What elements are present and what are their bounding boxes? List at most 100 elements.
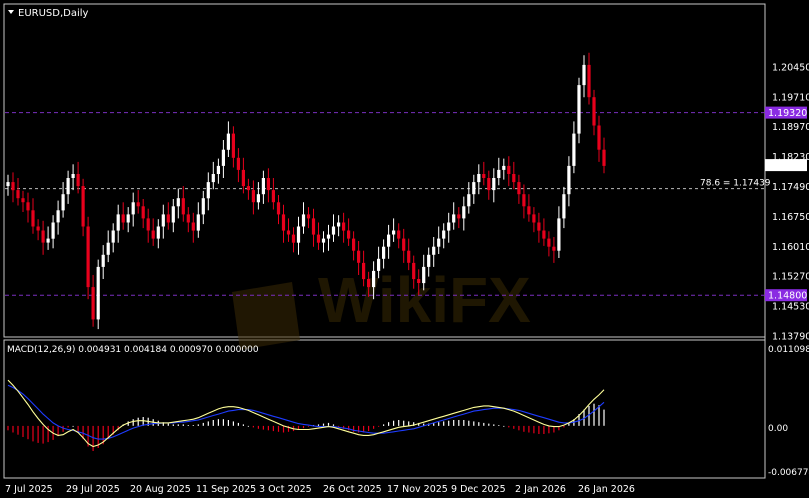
candle-body — [91, 287, 95, 320]
macd-histogram-bar — [132, 419, 134, 426]
candle-body — [251, 190, 255, 203]
macd-histogram-bar — [603, 409, 605, 426]
candle-body — [537, 222, 541, 231]
x-tick-label: 7 Jul 2025 — [5, 484, 53, 495]
x-tick-label: 3 Oct 2025 — [259, 484, 312, 495]
candle-body — [266, 178, 270, 191]
candle-body — [577, 85, 581, 134]
candle-body — [46, 238, 50, 243]
macd-histogram-bar — [373, 425, 375, 429]
macd-histogram-bar — [353, 425, 355, 432]
macd-histogram-bar — [307, 425, 310, 427]
candle-body — [26, 202, 30, 211]
candle-body — [171, 206, 175, 223]
macd-histogram-bar — [368, 425, 370, 432]
macd-histogram-bar — [327, 422, 330, 426]
candle-body — [181, 198, 185, 215]
macd-histogram-bar — [7, 425, 9, 431]
candle-body — [21, 198, 25, 203]
candle-body — [417, 279, 421, 283]
x-tick-label: 11 Sep 2025 — [196, 484, 256, 495]
candle-body — [387, 234, 391, 247]
macd-histogram-bar — [172, 424, 174, 426]
macd-histogram-bar — [192, 425, 194, 426]
candle-body — [276, 202, 281, 215]
candle-body — [352, 238, 356, 251]
candle-body — [412, 262, 416, 280]
macd-histogram-bar — [237, 422, 239, 426]
candle-body — [402, 238, 406, 251]
candle-body — [31, 210, 35, 227]
candle-body — [532, 214, 536, 223]
macd-histogram-bar — [523, 425, 525, 432]
candle-body — [517, 182, 521, 195]
macd-histogram-bar — [408, 421, 410, 426]
candle-body — [497, 169, 501, 178]
candle-body — [321, 238, 326, 243]
candle-body — [106, 242, 110, 255]
candle-body — [572, 133, 576, 166]
macd-histogram-bar — [37, 425, 39, 443]
candle-body — [367, 279, 371, 288]
macd-histogram-bar — [493, 424, 495, 426]
candle-body — [432, 246, 436, 255]
macd-histogram-bar — [92, 425, 94, 451]
macd-histogram-bar — [533, 425, 535, 434]
chart-title-group[interactable]: EURUSD,Daily — [8, 8, 89, 19]
candle-body — [487, 178, 491, 191]
macd-histogram-bar — [478, 422, 480, 426]
macd-histogram-bar — [518, 425, 520, 431]
candle-body — [271, 190, 275, 203]
macd-histogram-bar — [142, 417, 144, 426]
macd-histogram-bar — [32, 425, 34, 442]
macd-y-tick-label: 0.011098 — [768, 345, 809, 355]
candle-body — [362, 262, 366, 280]
candle-body — [116, 214, 120, 231]
candle-body — [146, 218, 150, 231]
candle-body — [261, 178, 265, 195]
x-tick-label: 17 Nov 2025 — [387, 484, 448, 495]
candle-body — [602, 149, 606, 166]
candle-body — [221, 149, 225, 166]
macd-histogram-bar — [67, 425, 69, 428]
candle-body — [121, 214, 125, 223]
macd-histogram-bar — [137, 417, 139, 426]
candle-body — [427, 254, 431, 267]
macd-y-tick-label: 0.00 — [768, 424, 788, 434]
candle-body — [6, 182, 10, 187]
macd-histogram-bar — [27, 425, 29, 440]
macd-histogram-bar — [398, 420, 400, 426]
candle-body — [281, 214, 286, 231]
macd-histogram-bar — [222, 419, 224, 426]
candle-body — [61, 194, 65, 211]
candle-body — [186, 214, 190, 223]
candle-body — [407, 250, 411, 263]
macd-histogram-bar — [473, 421, 475, 426]
candle-body — [76, 174, 80, 187]
candle-body — [296, 226, 301, 243]
candle-body — [552, 246, 556, 251]
macd-histogram-bar — [187, 425, 189, 426]
macd-histogram-bar — [267, 425, 269, 431]
candle-body — [447, 222, 451, 231]
macd-histogram-bar — [247, 425, 249, 427]
candle-body — [36, 226, 40, 231]
macd-histogram-bar — [453, 420, 455, 426]
candle-body — [477, 174, 481, 183]
candle-body — [582, 64, 586, 86]
macd-indicator-label[interactable]: MACD(12,26,9) 0.004931 0.004184 0.000970… — [7, 345, 259, 355]
macd-histogram-bar — [348, 425, 350, 431]
candle-body — [231, 133, 235, 158]
candle-body — [241, 169, 245, 187]
x-tick-label: 26 Jan 2026 — [578, 484, 635, 495]
macd-histogram-bar — [513, 425, 515, 429]
x-tick-label: 20 Aug 2025 — [130, 484, 191, 495]
macd-histogram-bar — [177, 424, 179, 426]
candle-body — [372, 270, 376, 288]
candle-body — [337, 222, 341, 227]
candle-body — [592, 97, 596, 126]
y-tick-label: 1.19710 — [772, 92, 809, 103]
macd-histogram-bar — [468, 420, 470, 426]
candle-body — [342, 222, 346, 231]
candle-body — [547, 238, 551, 247]
